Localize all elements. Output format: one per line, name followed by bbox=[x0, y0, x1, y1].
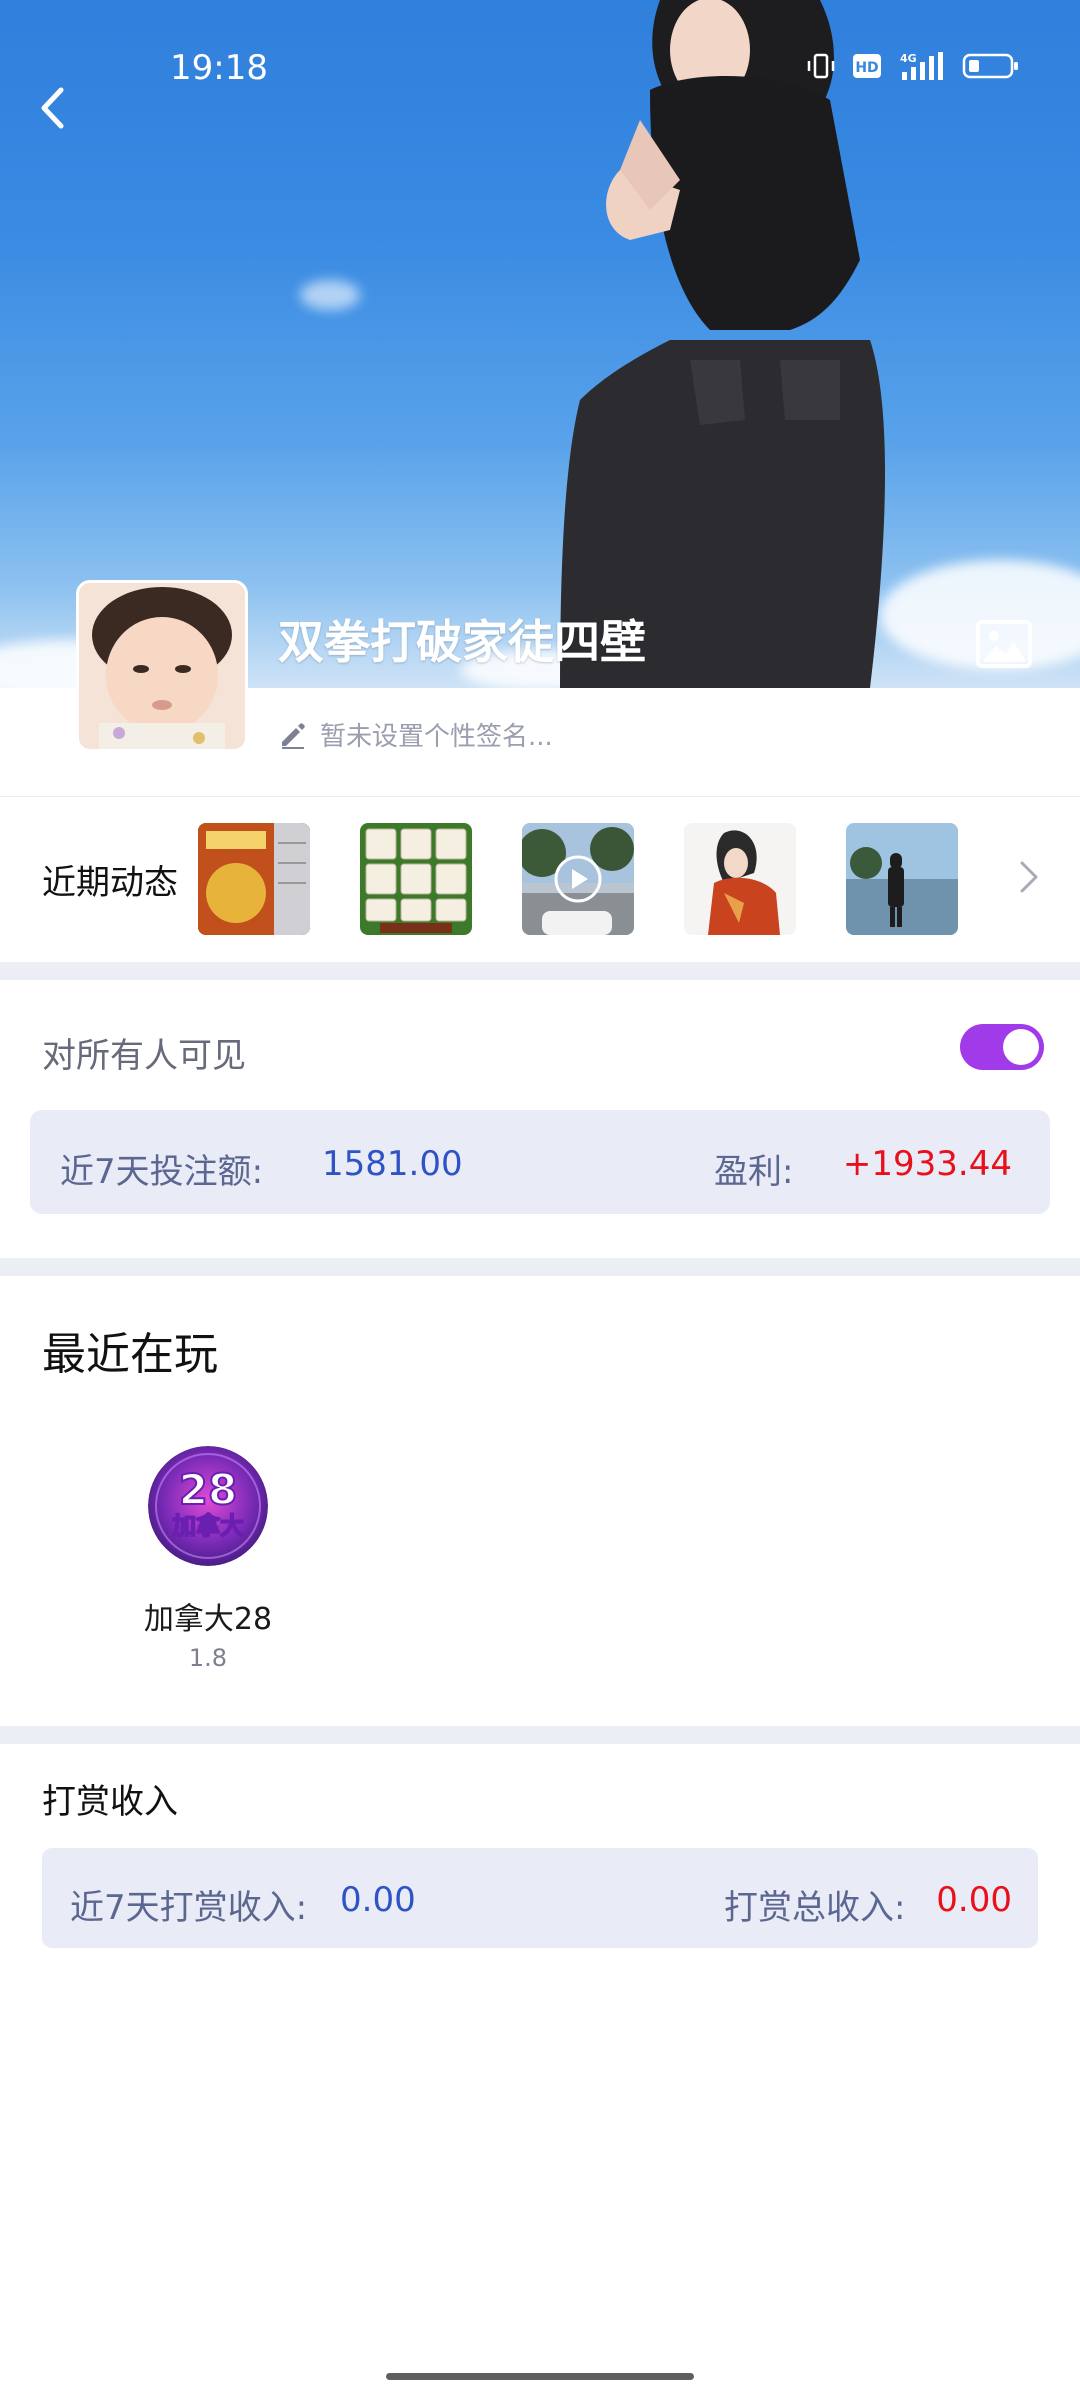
game-name: 加拿大28 bbox=[143, 1602, 273, 1637]
game-item[interactable]: 28 加拿大 加拿大28 1.8 bbox=[134, 1446, 282, 1672]
status-icons: HD 4G bbox=[806, 50, 1020, 82]
week-reward-label: 近7天打赏收入: bbox=[70, 1888, 308, 1928]
hd-icon: HD bbox=[853, 54, 881, 78]
4g-signal-icon: 4G bbox=[900, 52, 943, 80]
moment-thumbnail[interactable] bbox=[846, 823, 958, 935]
username: 双拳打破家徒四壁 bbox=[278, 615, 646, 669]
total-reward-value: 0.00 bbox=[936, 1880, 1012, 1920]
section-divider bbox=[0, 1258, 1080, 1276]
home-indicator[interactable] bbox=[386, 2373, 694, 2380]
section-divider bbox=[0, 962, 1080, 980]
battery-icon bbox=[962, 53, 1018, 79]
signature-row[interactable]: 暂未设置个性签名... bbox=[278, 716, 553, 753]
moment-video-thumbnail[interactable] bbox=[522, 823, 634, 935]
chevron-right-icon bbox=[1020, 861, 1038, 893]
status-bar: 19:18 HD 4G bbox=[0, 0, 1080, 120]
visibility-row: 对所有人可见 bbox=[0, 980, 1080, 1100]
reward-income-title: 打赏收入 bbox=[42, 1782, 178, 1822]
moment-thumbnail[interactable] bbox=[198, 823, 310, 935]
pencil-icon bbox=[282, 722, 305, 749]
back-button[interactable] bbox=[28, 78, 76, 138]
bet-stats-card: 近7天投注额: 1581.00 盈利: +1933.44 bbox=[30, 1110, 1050, 1214]
section-divider bbox=[0, 1726, 1080, 1744]
visibility-label: 对所有人可见 bbox=[42, 1036, 246, 1076]
signature-placeholder: 暂未设置个性签名... bbox=[320, 722, 553, 752]
svg-text:4G: 4G bbox=[900, 52, 917, 65]
game-version: 1.8 bbox=[188, 1644, 228, 1672]
vibrate-icon bbox=[807, 53, 835, 79]
image-icon bbox=[976, 620, 1032, 668]
moments-more-button[interactable] bbox=[1012, 857, 1044, 897]
change-cover-button[interactable] bbox=[976, 620, 1032, 668]
toggle-knob bbox=[1003, 1029, 1039, 1065]
moments-title: 近期动态 bbox=[42, 863, 178, 903]
svg-text:HD: HD bbox=[855, 60, 878, 76]
game-icon-subtext: 加拿大 bbox=[172, 1512, 244, 1540]
moment-thumbnail[interactable] bbox=[360, 823, 472, 935]
bet-amount-value: 1581.00 bbox=[322, 1144, 463, 1184]
recent-moments-row[interactable]: 近期动态 bbox=[0, 796, 1080, 962]
reward-income-card: 近7天打赏收入: 0.00 打赏总收入: 0.00 bbox=[42, 1848, 1038, 1948]
game-icon: 28 加拿大 bbox=[148, 1446, 268, 1566]
week-reward-value: 0.00 bbox=[340, 1880, 416, 1920]
status-time: 19:18 bbox=[170, 48, 268, 88]
avatar-image bbox=[79, 583, 245, 749]
avatar[interactable] bbox=[76, 580, 248, 752]
bet-amount-label: 近7天投注额: bbox=[60, 1152, 264, 1192]
profit-value: +1933.44 bbox=[842, 1144, 1012, 1184]
total-reward-label: 打赏总收入: bbox=[724, 1888, 906, 1928]
moment-thumbnail[interactable] bbox=[684, 823, 796, 935]
visibility-toggle[interactable] bbox=[960, 1024, 1044, 1070]
profit-label: 盈利: bbox=[714, 1152, 794, 1192]
chevron-left-icon bbox=[41, 87, 64, 129]
recent-games-title: 最近在玩 bbox=[42, 1329, 218, 1380]
game-icon-number: 28 bbox=[179, 1465, 237, 1514]
